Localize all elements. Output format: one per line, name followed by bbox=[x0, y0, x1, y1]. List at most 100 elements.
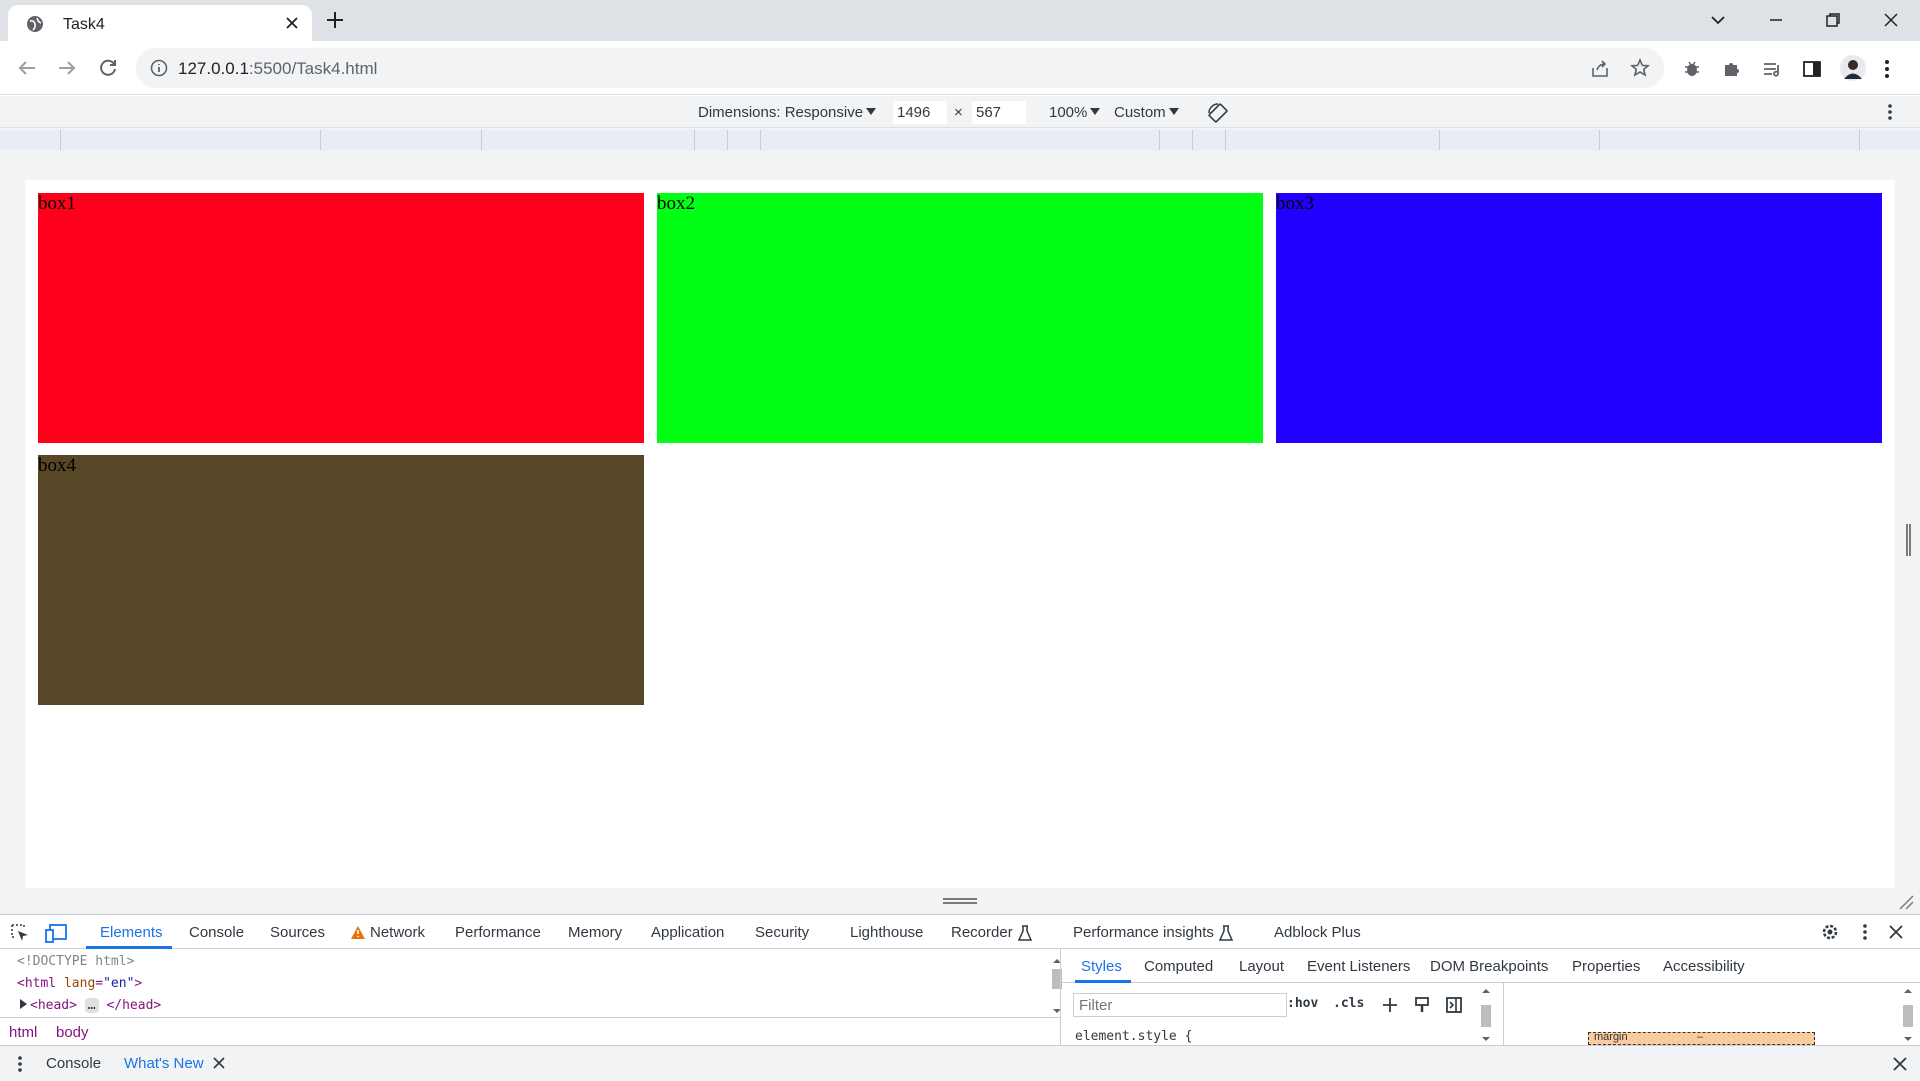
browser-tab-strip: Task4 bbox=[0, 0, 1920, 41]
width-input[interactable] bbox=[893, 101, 947, 124]
side-panel-icon[interactable] bbox=[1802, 59, 1822, 79]
tab-security[interactable]: Security bbox=[755, 924, 809, 941]
device-toggle-icon[interactable] bbox=[45, 923, 67, 943]
device-toolbar: Dimensions: Responsive × 100% Custom bbox=[0, 96, 1920, 128]
zoom-dropdown[interactable]: 100% bbox=[1049, 104, 1101, 121]
share-icon[interactable] bbox=[1590, 59, 1610, 79]
tab-performance[interactable]: Performance bbox=[455, 924, 541, 941]
paint-brush-icon[interactable] bbox=[1413, 996, 1431, 1014]
flask-icon bbox=[1018, 925, 1032, 941]
element-style-rule[interactable]: element.style { bbox=[1075, 1029, 1192, 1044]
extensions-puzzle-icon[interactable] bbox=[1722, 59, 1742, 79]
media-queue-icon[interactable] bbox=[1762, 59, 1782, 79]
rotate-icon[interactable] bbox=[1206, 101, 1230, 125]
box3: box3 bbox=[1276, 193, 1882, 443]
settings-gear-icon[interactable] bbox=[1820, 922, 1840, 942]
drawer-menu-icon[interactable] bbox=[17, 1055, 23, 1073]
tab-computed[interactable]: Computed bbox=[1144, 958, 1213, 975]
dom-head-node[interactable]: <head> … </head> bbox=[20, 998, 161, 1013]
close-window-icon[interactable] bbox=[1879, 8, 1903, 32]
tab-elements[interactable]: Elements bbox=[100, 924, 163, 941]
emulated-viewport-area: box1 box2 box3 box4 bbox=[0, 154, 1920, 914]
close-whats-new-icon[interactable] bbox=[213, 1057, 225, 1069]
styles-scrollbar[interactable] bbox=[1479, 987, 1493, 1045]
forward-icon[interactable] bbox=[56, 57, 78, 79]
reload-icon[interactable] bbox=[97, 57, 119, 79]
resize-corner-icon[interactable] bbox=[1898, 894, 1914, 910]
styles-filter-input[interactable] bbox=[1073, 993, 1287, 1017]
address-bar[interactable]: 127.0.0.1:5500/Task4.html bbox=[136, 48, 1664, 88]
tab-lighthouse[interactable]: Lighthouse bbox=[850, 924, 923, 941]
tab-console[interactable]: Console bbox=[189, 924, 244, 941]
tab-properties[interactable]: Properties bbox=[1572, 958, 1640, 975]
tab-search-icon[interactable] bbox=[1706, 8, 1730, 32]
box1-label: box1 bbox=[38, 193, 76, 214]
devtools-tab-bar: Elements Console Sources Network Perform… bbox=[0, 915, 1920, 949]
tab-event-listeners[interactable]: Event Listeners bbox=[1307, 958, 1410, 975]
close-devtools-icon[interactable] bbox=[1888, 924, 1904, 940]
resize-handle-right[interactable] bbox=[1906, 524, 1911, 556]
tab-recorder[interactable]: Recorder bbox=[951, 924, 1013, 941]
height-input[interactable] bbox=[972, 101, 1026, 124]
expand-triangle-icon[interactable] bbox=[20, 999, 27, 1009]
new-style-rule-icon[interactable] bbox=[1381, 996, 1399, 1014]
restore-icon[interactable] bbox=[1821, 8, 1845, 32]
styles-active-indicator bbox=[1075, 980, 1131, 983]
tab-layout[interactable]: Layout bbox=[1239, 958, 1284, 975]
tab-dom-breakpoints[interactable]: DOM Breakpoints bbox=[1430, 958, 1548, 975]
box3-label: box3 bbox=[1276, 193, 1314, 214]
dom-doctype[interactable]: <!DOCTYPE html> bbox=[17, 954, 134, 969]
browser-menu-icon[interactable] bbox=[1884, 59, 1890, 79]
url-text: 127.0.0.1:5500/Task4.html bbox=[178, 59, 378, 78]
breadcrumb: html body bbox=[0, 1017, 1060, 1045]
devtools-panel: Elements Console Sources Network Perform… bbox=[0, 914, 1920, 1081]
new-tab-icon[interactable] bbox=[325, 10, 345, 30]
cls-toggle[interactable]: .cls bbox=[1333, 996, 1364, 1011]
styles-pane: Styles Computed Layout Event Listeners D… bbox=[1060, 949, 1920, 1045]
box4: box4 bbox=[38, 455, 644, 705]
box2: box2 bbox=[657, 193, 1263, 443]
tab-application[interactable]: Application bbox=[651, 924, 724, 941]
box4-label: box4 bbox=[38, 455, 76, 476]
devtools-menu-icon[interactable] bbox=[1862, 923, 1868, 941]
close-drawer-icon[interactable] bbox=[1892, 1056, 1908, 1072]
dimensions-dropdown[interactable]: Dimensions: Responsive bbox=[698, 104, 877, 121]
tab-sources[interactable]: Sources bbox=[270, 924, 325, 941]
breadcrumb-body[interactable]: body bbox=[56, 1024, 89, 1041]
tab-styles[interactable]: Styles bbox=[1081, 958, 1122, 975]
tab-memory[interactable]: Memory bbox=[568, 924, 622, 941]
drawer-tab-whats-new[interactable]: What's New bbox=[124, 1055, 204, 1072]
tab-performance-insights[interactable]: Performance insights bbox=[1073, 924, 1214, 941]
toggle-sidebar-icon[interactable] bbox=[1445, 996, 1463, 1014]
profile-avatar[interactable] bbox=[1840, 55, 1866, 81]
pane-divider bbox=[1503, 983, 1504, 1045]
dom-tree[interactable]: <!DOCTYPE html> <html lang="en"> <head> … bbox=[0, 949, 1062, 1017]
resize-handle-bottom[interactable] bbox=[943, 898, 977, 904]
tab-accessibility[interactable]: Accessibility bbox=[1663, 958, 1745, 975]
breadcrumb-html[interactable]: html bbox=[9, 1024, 37, 1041]
browser-tab[interactable]: Task4 bbox=[8, 5, 312, 41]
hov-toggle[interactable]: :hov bbox=[1287, 996, 1318, 1011]
styles-tab-bar: Styles Computed Layout Event Listeners D… bbox=[1061, 949, 1920, 983]
inspect-element-icon[interactable] bbox=[10, 923, 30, 943]
bookmark-star-icon[interactable] bbox=[1630, 58, 1650, 78]
site-info-icon[interactable] bbox=[150, 59, 168, 77]
extension-bug-icon[interactable] bbox=[1682, 59, 1702, 79]
device-options-icon[interactable] bbox=[1887, 103, 1893, 121]
drawer-tab-console[interactable]: Console bbox=[46, 1055, 101, 1072]
box-model-margin-label: margin bbox=[1594, 1032, 1628, 1043]
dom-html-node[interactable]: <html lang="en"> bbox=[17, 976, 142, 991]
tab-title: Task4 bbox=[63, 16, 105, 33]
globe-icon bbox=[26, 15, 44, 33]
tab-network[interactable]: Network bbox=[370, 924, 425, 941]
tab-adblock-plus[interactable]: Adblock Plus bbox=[1274, 924, 1361, 941]
minimize-icon[interactable] bbox=[1764, 8, 1788, 32]
box2-label: box2 bbox=[657, 193, 695, 214]
box1: box1 bbox=[38, 193, 644, 443]
close-tab-icon[interactable] bbox=[284, 15, 300, 31]
media-query-bar[interactable] bbox=[0, 128, 1920, 154]
box-model-scrollbar[interactable] bbox=[1901, 987, 1915, 1045]
throttle-dropdown[interactable]: Custom bbox=[1114, 104, 1179, 121]
back-icon[interactable] bbox=[16, 57, 38, 79]
collapsed-ellipsis[interactable]: … bbox=[84, 998, 99, 1013]
